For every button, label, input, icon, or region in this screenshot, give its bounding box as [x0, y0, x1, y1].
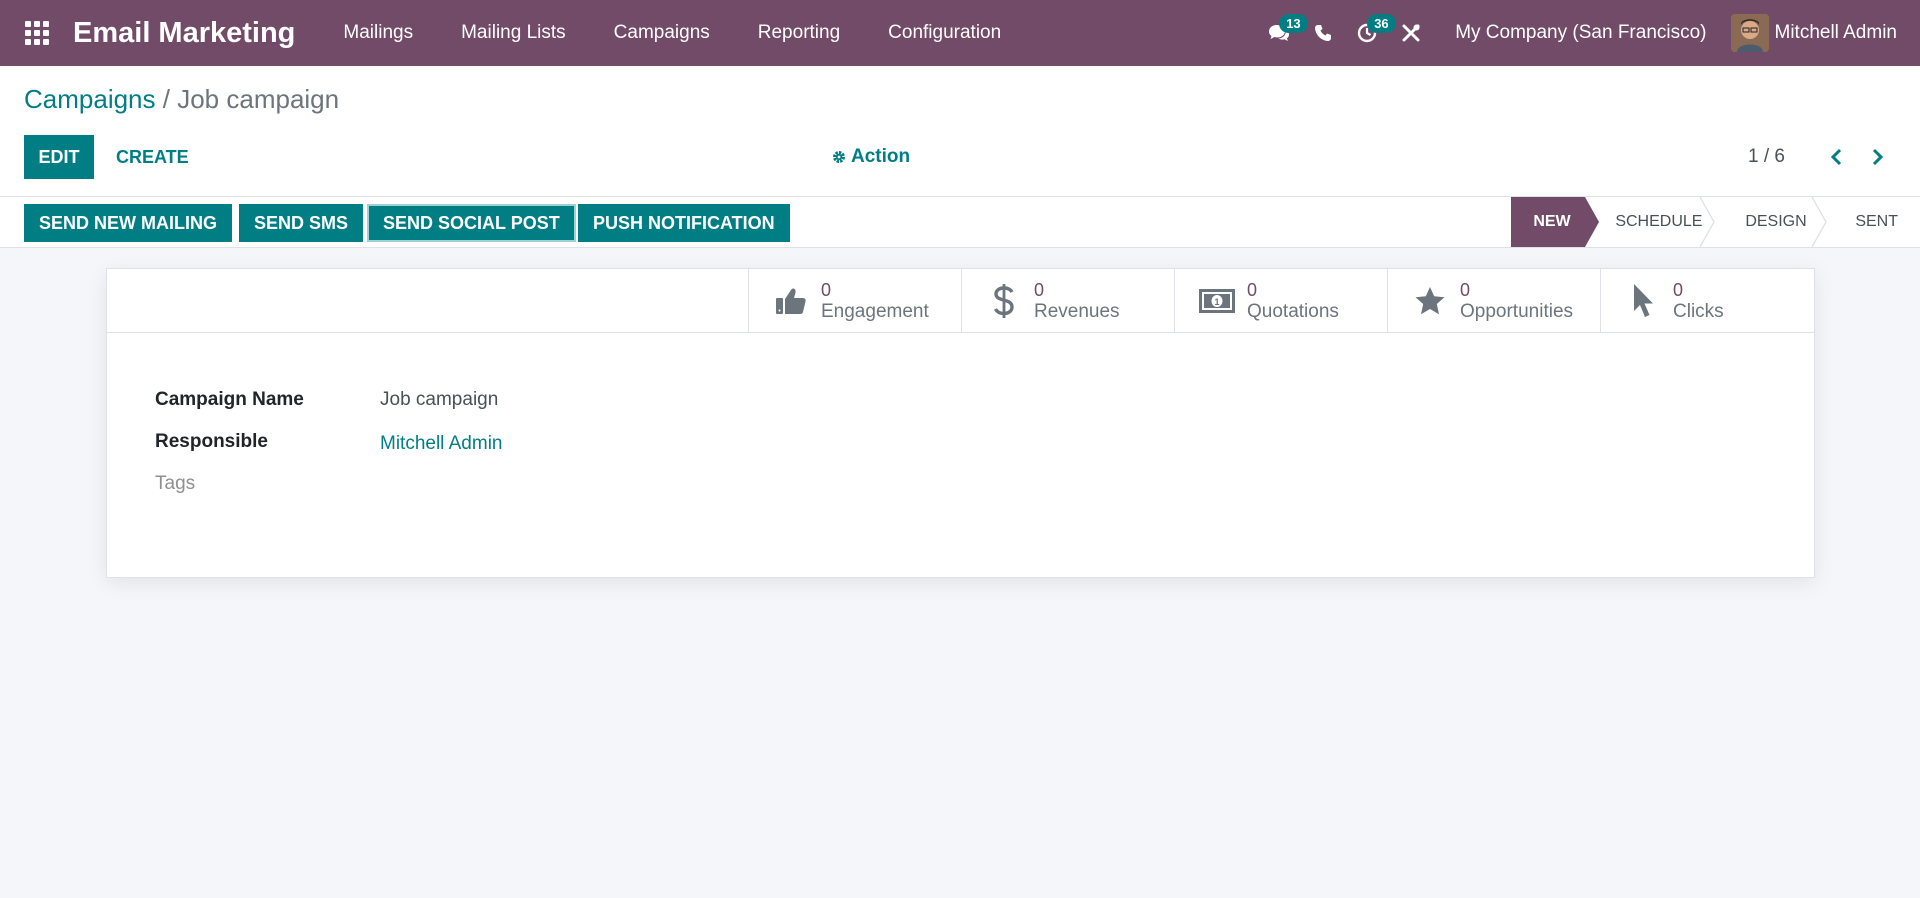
user-menu[interactable]: Mitchell Admin [1730, 14, 1920, 52]
campaign-name-label: Campaign Name [155, 389, 304, 410]
stage-divider-icon [1699, 197, 1716, 247]
cursor-icon [1634, 284, 1653, 317]
send-social-post-button[interactable]: SEND SOCIAL POST [367, 204, 576, 242]
send-new-mailing-button[interactable]: SEND NEW MAILING [24, 204, 232, 242]
engagement-smart-button[interactable]: 0 Engagement [748, 269, 961, 333]
activities-button[interactable]: 36 [1347, 0, 1396, 66]
breadcrumb-campaigns-link[interactable]: Campaigns [24, 84, 156, 114]
stage-schedule[interactable]: SCHEDULE [1585, 197, 1716, 247]
clicks-count: 0 [1673, 280, 1684, 300]
pager-next-button[interactable] [1862, 142, 1892, 172]
menu-item-reporting[interactable]: Reporting [734, 0, 864, 66]
action-label: Action [851, 146, 911, 167]
form-statusbar: SEND NEW MAILING SEND SMS SEND SOCIAL PO… [0, 196, 1920, 248]
money-bill-icon: 1 [1199, 289, 1235, 313]
stage-sent[interactable]: SENT [1827, 197, 1920, 247]
star-icon [1415, 287, 1445, 315]
company-switcher[interactable]: My Company (San Francisco) [1433, 22, 1730, 44]
systray: 13 36 My Company (San Francisco) Mitchel… [1257, 0, 1920, 66]
stage-new[interactable]: NEW [1511, 197, 1600, 247]
dollar-icon [993, 284, 1014, 318]
control-panel: Campaigns / Job campaign EDIT CREATE Act… [0, 66, 1920, 196]
chevron-left-icon [1830, 148, 1842, 166]
opportunities-label: Opportunities [1460, 301, 1574, 322]
quotations-smart-button[interactable]: 1 0 Quotations [1174, 269, 1387, 333]
apps-grid-icon[interactable] [23, 19, 51, 47]
engagement-label: Engagement [821, 301, 929, 322]
breadcrumb-separator: / [162, 84, 170, 114]
thumbs-up-icon [776, 288, 806, 314]
main-menu: Mailings Mailing Lists Campaigns Reporti… [319, 0, 1025, 66]
quotations-count: 0 [1247, 280, 1258, 300]
edit-button[interactable]: EDIT [24, 135, 94, 179]
clicks-smart-button[interactable]: 0 Clicks [1600, 269, 1814, 333]
revenues-smart-button[interactable]: 0 Revenues [961, 269, 1174, 333]
menu-item-campaigns[interactable]: Campaigns [590, 0, 734, 66]
send-sms-button[interactable]: SEND SMS [239, 204, 364, 242]
svg-text:1: 1 [1214, 297, 1219, 307]
gear-icon [833, 151, 845, 163]
breadcrumb-current: Job campaign [177, 84, 340, 114]
form-sheet: 0 Engagement 0 Revenues 1 0 Quotations 0… [106, 268, 1815, 578]
pager-value[interactable]: 1 / 6 [1748, 146, 1785, 168]
menu-item-mailings[interactable]: Mailings [319, 0, 437, 66]
opportunities-smart-button[interactable]: 0 Opportunities [1387, 269, 1600, 333]
avatar [1730, 14, 1769, 52]
engagement-count: 0 [821, 280, 832, 300]
clicks-label: Clicks [1673, 301, 1724, 322]
opportunities-count: 0 [1460, 280, 1471, 300]
user-name: Mitchell Admin [1774, 22, 1898, 43]
stage-new-label: NEW [1533, 213, 1571, 230]
revenues-count: 0 [1034, 280, 1045, 300]
stage-schedule-label: SCHEDULE [1615, 213, 1703, 230]
top-navbar: Email Marketing Mailings Mailing Lists C… [0, 0, 1920, 66]
campaign-name-row: Campaign Name Job campaign [155, 389, 498, 411]
stage-divider-icon [1811, 197, 1828, 247]
menu-item-mailing-lists[interactable]: Mailing Lists [437, 0, 590, 66]
responsible-link[interactable]: Mitchell Admin [380, 433, 503, 455]
app-brand[interactable]: Email Marketing [73, 17, 295, 50]
responsible-label: Responsible [155, 431, 268, 452]
create-button[interactable]: CREATE [104, 135, 201, 179]
stage-sent-label: SENT [1855, 213, 1898, 230]
debug-tools-button[interactable] [1391, 0, 1431, 66]
messages-button[interactable]: 13 [1259, 0, 1308, 66]
tags-label: Tags [155, 473, 196, 494]
tags-row: Tags [155, 473, 195, 495]
quotations-label: Quotations [1247, 301, 1339, 322]
responsible-row: Responsible Mitchell Admin [155, 431, 503, 454]
revenues-label: Revenues [1034, 301, 1120, 322]
stage-design[interactable]: DESIGN [1715, 197, 1828, 247]
phone-button[interactable] [1303, 0, 1343, 66]
action-menu-button[interactable]: Action [832, 146, 910, 168]
push-notification-button[interactable]: PUSH NOTIFICATION [578, 204, 790, 242]
stage-design-label: DESIGN [1745, 213, 1807, 230]
tools-icon [1402, 24, 1420, 42]
campaign-name-field: Job campaign [380, 389, 499, 410]
chevron-right-icon [1872, 148, 1884, 166]
smart-button-box: 0 Engagement 0 Revenues 1 0 Quotations 0… [107, 269, 1814, 333]
stage-pipeline: NEW SCHEDULE DESIGN SENT [1511, 197, 1920, 247]
phone-icon [1315, 25, 1332, 41]
menu-item-configuration[interactable]: Configuration [864, 0, 1025, 66]
pager-previous-button[interactable] [1822, 142, 1852, 172]
breadcrumb: Campaigns / Job campaign [24, 84, 339, 115]
